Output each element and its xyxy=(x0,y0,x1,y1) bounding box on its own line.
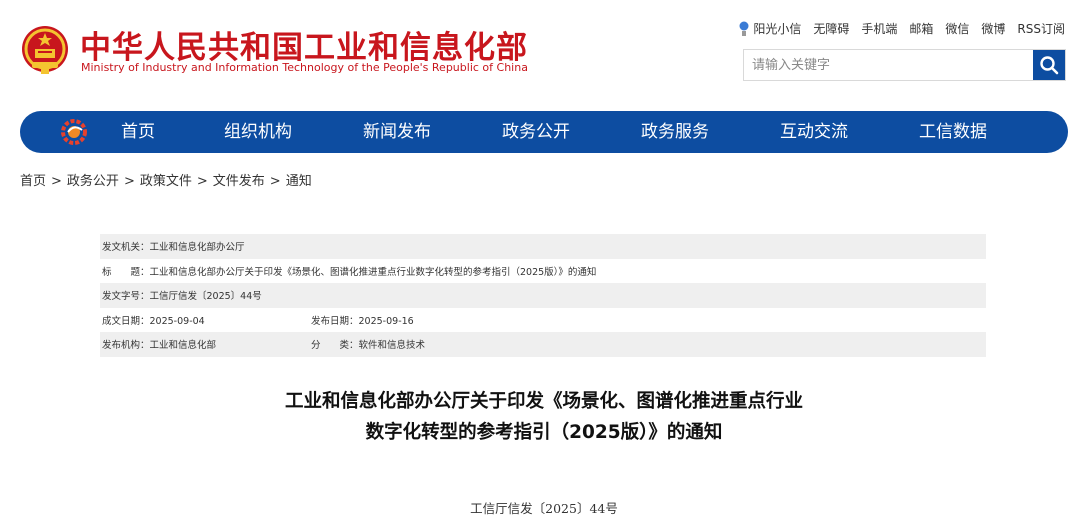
article-doc-number: 工信厅信发〔2025〕44号 xyxy=(470,501,618,516)
search-input[interactable] xyxy=(744,50,1033,80)
top-link-label: 阳光小信 xyxy=(753,22,802,36)
site-subtitle: Ministry of Industry and Information Tec… xyxy=(81,61,528,74)
miit-logo-icon xyxy=(60,118,88,146)
search-icon xyxy=(1040,56,1059,75)
top-link-weibo[interactable]: 微博 xyxy=(981,20,1005,37)
nav-item-government-affairs[interactable]: 政务公开 xyxy=(502,111,570,153)
bulb-icon xyxy=(739,21,749,37)
top-link-accessibility[interactable]: 无障碍 xyxy=(813,20,849,37)
meta-publisher: 发布机构：工业和信息化部 xyxy=(102,340,217,352)
document-meta-table: 发文机关：工业和信息化部办公厅 标 题：工业和信息化部办公厅关于印发《场景化、图… xyxy=(100,234,986,357)
nav-item-services[interactable]: 政务服务 xyxy=(641,111,709,153)
breadcrumb-notice[interactable]: 通知 xyxy=(286,174,312,189)
meta-row-doc-number: 发文字号：工信厅信发〔2025〕44号 xyxy=(100,283,986,308)
top-link-sunshine[interactable]: 阳光小信 xyxy=(739,20,801,37)
breadcrumb-gov-affairs[interactable]: 政务公开 xyxy=(67,174,119,189)
meta-category: 分 类：软件和信息技术 xyxy=(311,340,426,352)
breadcrumb-separator: > xyxy=(196,174,208,189)
meta-doc-number: 发文字号：工信厅信发〔2025〕44号 xyxy=(102,291,262,303)
meta-published-date: 发布日期：2025-09-16 xyxy=(311,315,414,327)
national-emblem-icon xyxy=(20,24,70,76)
breadcrumb-policy-docs[interactable]: 政策文件 xyxy=(140,174,192,189)
nav-item-organization[interactable]: 组织机构 xyxy=(224,111,292,153)
nav-item-interaction[interactable]: 互动交流 xyxy=(780,111,848,153)
top-link-wechat[interactable]: 微信 xyxy=(945,20,969,37)
search-button[interactable] xyxy=(1033,50,1065,80)
breadcrumb-doc-release[interactable]: 文件发布 xyxy=(213,174,265,189)
meta-row-issuer: 发文机关：工业和信息化部办公厅 xyxy=(100,234,986,259)
meta-row-publisher: 发布机构：工业和信息化部 分 类：软件和信息技术 xyxy=(100,332,986,357)
article-title-line-2: 数字化转型的参考指引（2025版）》的通知 xyxy=(365,422,723,443)
breadcrumb-home[interactable]: 首页 xyxy=(20,174,46,189)
breadcrumb: 首页 > 政务公开 > 政策文件 > 文件发布 > 通知 xyxy=(20,170,312,189)
breadcrumb-separator: > xyxy=(269,174,281,189)
meta-row-dates: 成文日期：2025-09-04 发布日期：2025-09-16 xyxy=(100,308,986,333)
top-link-mobile[interactable]: 手机端 xyxy=(861,20,897,37)
article-title-line-1: 工业和信息化部办公厅关于印发《场景化、图谱化推进重点行业 xyxy=(284,391,803,412)
nav-item-news[interactable]: 新闻发布 xyxy=(363,111,431,153)
top-link-mail[interactable]: 邮箱 xyxy=(909,20,933,37)
main-nav: 首页 组织机构 新闻发布 政务公开 政务服务 互动交流 工信数据 xyxy=(20,111,1068,153)
article-title: 工业和信息化部办公厅关于印发《场景化、图谱化推进重点行业 数字化转型的参考指引（… xyxy=(0,386,1080,448)
breadcrumb-separator: > xyxy=(51,174,62,189)
meta-row-title: 标 题：工业和信息化部办公厅关于印发《场景化、图谱化推进重点行业数字化转型的参考… xyxy=(100,259,986,284)
search-box xyxy=(743,49,1066,81)
meta-created-date: 成文日期：2025-09-04 xyxy=(102,315,205,327)
breadcrumb-separator: > xyxy=(123,174,135,189)
meta-title: 标 题：工业和信息化部办公厅关于印发《场景化、图谱化推进重点行业数字化转型的参考… xyxy=(102,266,597,278)
nav-item-data[interactable]: 工信数据 xyxy=(919,111,987,153)
top-link-rss[interactable]: RSS订阅 xyxy=(1017,20,1065,37)
nav-item-home[interactable]: 首页 xyxy=(121,111,155,153)
top-links: 阳光小信 无障碍 手机端 邮箱 微信 微博 RSS订阅 xyxy=(739,20,1065,37)
meta-issuer: 发文机关：工业和信息化部办公厅 xyxy=(102,242,245,254)
